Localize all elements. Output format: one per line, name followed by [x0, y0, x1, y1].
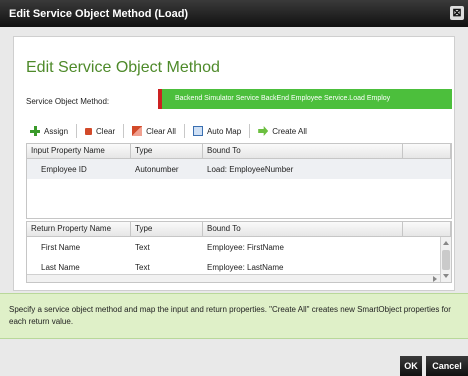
dialog-title: Edit Service Object Method (Load)	[9, 7, 189, 20]
cell-property-name: Last Name	[41, 262, 80, 272]
table-row[interactable]: First Name Text Employee: FirstName	[27, 237, 451, 257]
scroll-down-icon[interactable]	[443, 274, 449, 278]
auto-map-button[interactable]: Auto Map	[189, 122, 245, 140]
cell-type: Autonumber	[135, 164, 179, 174]
add-icon	[30, 126, 40, 136]
cell-type: Text	[135, 262, 150, 272]
cell-type: Text	[135, 242, 150, 252]
column-header-return-property-name[interactable]: Return Property Name	[27, 222, 131, 236]
table-row[interactable]: Employee ID Autonumber Load: EmployeeNum…	[27, 159, 451, 179]
grid-header: Input Property Name Type Bound To	[27, 144, 451, 159]
create-all-label: Create All	[272, 126, 307, 136]
auto-map-icon	[192, 126, 203, 136]
toolbar-divider	[249, 124, 251, 138]
cell-property-name: Employee ID	[41, 164, 87, 174]
return-properties-grid: Return Property Name Type Bound To First…	[26, 221, 452, 283]
cell-bound-to: Employee: FirstName	[207, 242, 284, 252]
cell-property-name: First Name	[41, 242, 81, 252]
clear-icon	[85, 127, 93, 135]
clear-all-label: Clear All	[146, 126, 176, 136]
clear-label: Clear	[96, 126, 116, 136]
clear-all-button[interactable]: Clear All	[128, 122, 180, 140]
grid-header: Return Property Name Type Bound To	[27, 222, 451, 237]
toolbar-divider	[76, 124, 78, 138]
content-panel: Edit Service Object Method Service Objec…	[13, 36, 455, 291]
help-text-panel: Specify a service object method and map …	[0, 293, 468, 339]
column-header-bound-to[interactable]: Bound To	[203, 144, 403, 158]
horizontal-scrollbar[interactable]	[27, 274, 440, 282]
service-object-method-field[interactable]: Backend Simulator Service BackEnd Employ…	[158, 89, 452, 109]
column-header-bound-to[interactable]: Bound To	[203, 222, 403, 236]
mapping-toolbar: Assign Clear Clear All Auto Map Create A…	[26, 121, 452, 141]
scroll-right-icon[interactable]	[433, 276, 437, 282]
input-properties-grid: Input Property Name Type Bound To Employ…	[26, 143, 452, 219]
cell-bound-to: Load: EmployeeNumber	[207, 164, 294, 174]
create-all-button[interactable]: Create All	[254, 122, 311, 140]
scroll-up-icon[interactable]	[443, 241, 449, 245]
cancel-button[interactable]: Cancel	[426, 356, 468, 376]
edit-service-object-method-dialog: Edit Service Object Method (Load) ⊠ Edit…	[0, 0, 468, 376]
column-header-type[interactable]: Type	[131, 222, 203, 236]
vertical-scrollbar[interactable]	[440, 237, 451, 282]
clear-all-icon	[132, 126, 143, 136]
ok-button[interactable]: OK	[400, 356, 422, 376]
toolbar-divider	[183, 124, 185, 138]
title-bar: Edit Service Object Method (Load) ⊠	[0, 0, 468, 27]
assign-button[interactable]: Assign	[26, 122, 72, 140]
toolbar-divider	[123, 124, 125, 138]
assign-label: Assign	[44, 126, 69, 136]
page-title: Edit Service Object Method	[26, 59, 220, 76]
column-header-input-property-name[interactable]: Input Property Name	[27, 144, 131, 158]
column-header-type[interactable]: Type	[131, 144, 203, 158]
clear-button[interactable]: Clear	[81, 122, 119, 140]
auto-map-label: Auto Map	[206, 126, 242, 136]
create-arrow-icon	[258, 126, 269, 136]
service-object-method-label: Service Object Method:	[26, 97, 110, 106]
cell-bound-to: Employee: LastName	[207, 262, 284, 272]
close-icon[interactable]: ⊠	[450, 6, 464, 20]
column-header-spacer	[403, 144, 451, 158]
column-header-spacer	[403, 222, 451, 236]
scroll-thumb[interactable]	[442, 250, 450, 270]
